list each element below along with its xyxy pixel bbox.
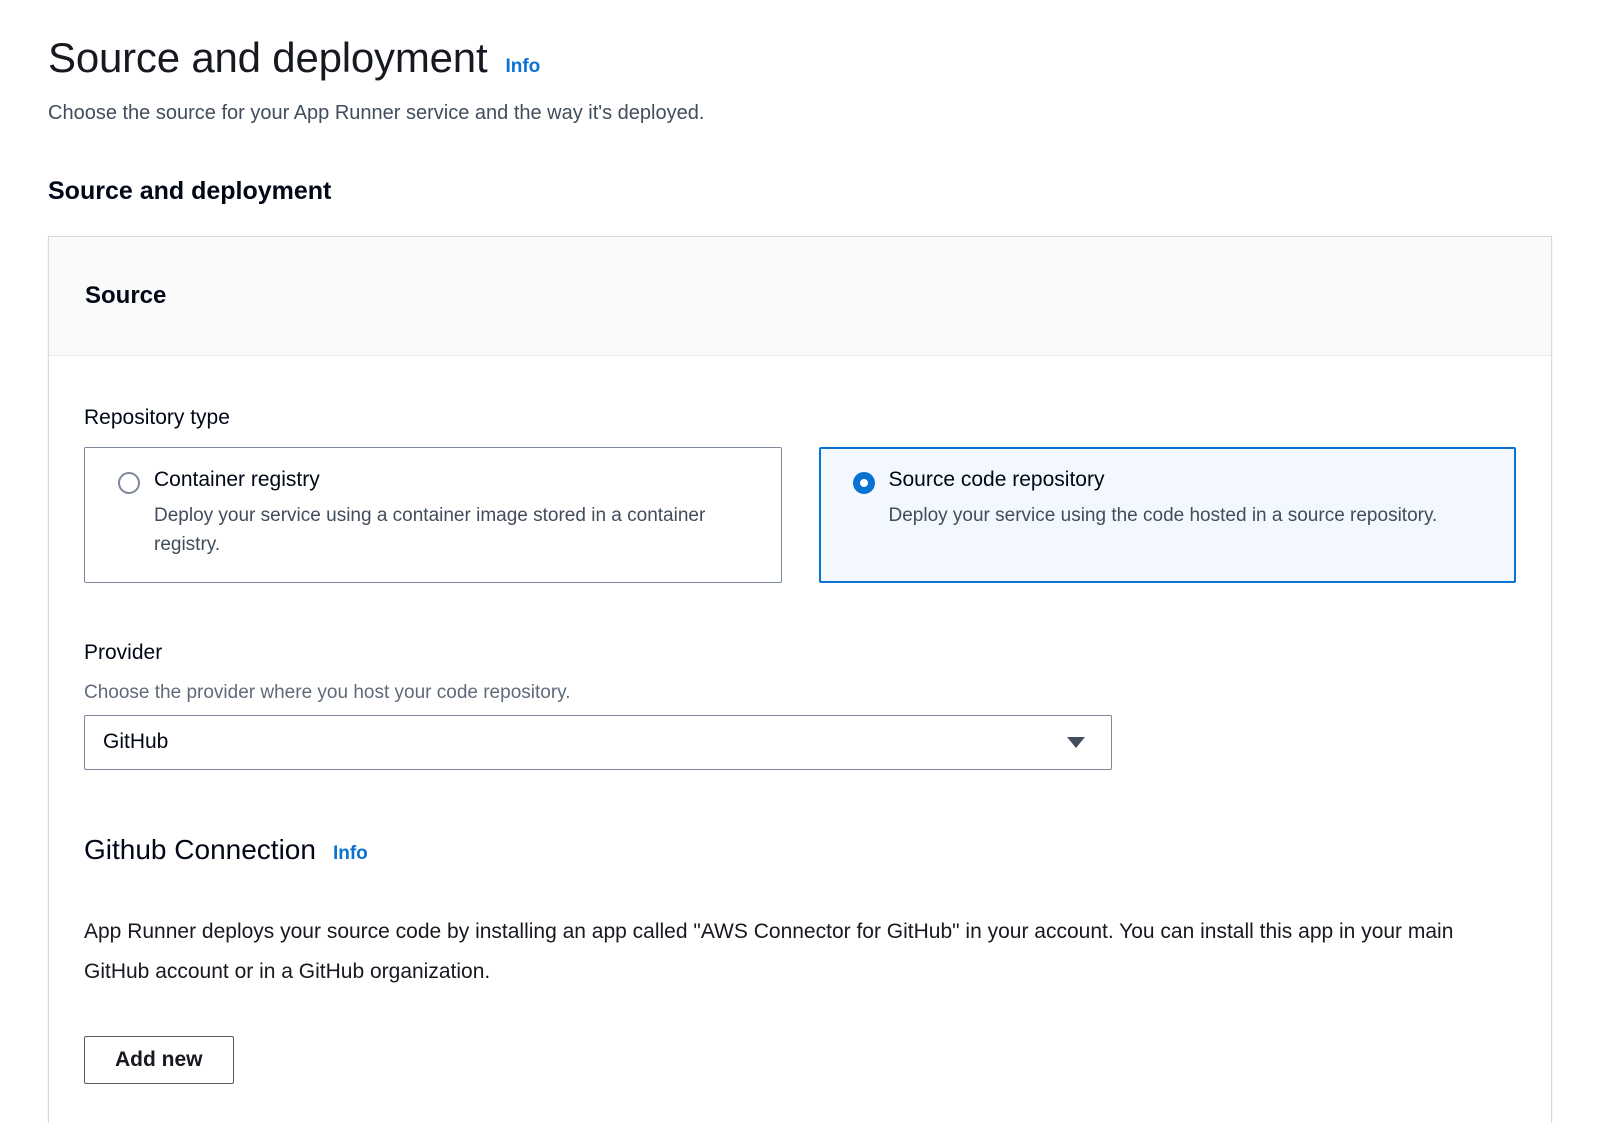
page: Source and deployment Info Choose the so… [0, 0, 1600, 1123]
tile-label: Source code repository [889, 468, 1438, 492]
source-panel-title: Source [85, 282, 1515, 310]
provider-description: Choose the provider where you host your … [84, 682, 1516, 704]
page-info-link[interactable]: Info [505, 56, 540, 78]
tile-label: Container registry [154, 468, 709, 492]
tile-description: Deploy your service using the code hoste… [889, 501, 1438, 530]
tile-container-registry[interactable]: Container registry Deploy your service u… [84, 447, 782, 583]
github-connection-body: App Runner deploys your source code by i… [84, 912, 1479, 992]
tile-source-code-repository-text: Source code repository Deploy your servi… [889, 468, 1438, 530]
provider-label: Provider [84, 641, 1516, 665]
provider-select[interactable]: GitHub [84, 715, 1112, 770]
radio-source-code-repository[interactable] [853, 472, 875, 494]
github-connection-header: Github Connection Info [84, 834, 1516, 866]
section-heading: Source and deployment [48, 177, 1552, 206]
dropdown-caret-icon [1067, 737, 1085, 748]
page-header: Source and deployment Info [48, 34, 1552, 82]
radio-container-registry[interactable] [118, 472, 140, 494]
source-panel: Source Repository type Container registr… [48, 236, 1552, 1123]
provider-section: Provider Choose the provider where you h… [84, 641, 1516, 770]
page-description: Choose the source for your App Runner se… [48, 102, 1552, 125]
source-panel-body: Repository type Container registry Deplo… [49, 356, 1551, 1123]
tile-container-registry-text: Container registry Deploy your service u… [154, 468, 709, 560]
repository-type-label: Repository type [84, 406, 1516, 430]
github-connection-heading: Github Connection [84, 834, 316, 866]
provider-selected-value: GitHub [103, 730, 168, 754]
page-title: Source and deployment [48, 34, 487, 82]
repository-type-tiles: Container registry Deploy your service u… [84, 447, 1516, 583]
github-connection-section: Github Connection Info App Runner deploy… [84, 834, 1516, 1084]
add-new-button[interactable]: Add new [84, 1036, 234, 1084]
tile-description: Deploy your service using a container im… [154, 501, 709, 560]
tile-source-code-repository[interactable]: Source code repository Deploy your servi… [819, 447, 1517, 583]
source-panel-header: Source [49, 237, 1551, 356]
github-connection-info-link[interactable]: Info [333, 843, 368, 865]
